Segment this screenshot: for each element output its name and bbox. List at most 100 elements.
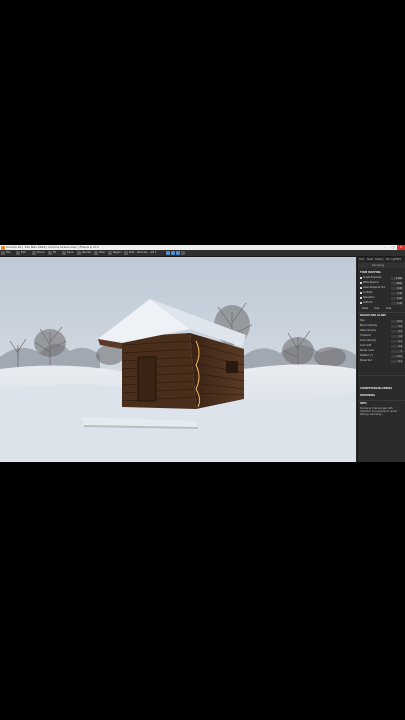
row-label: ACES OT: [363, 301, 373, 304]
tab-lightmix[interactable]: LightMix: [391, 257, 401, 262]
row-contrast[interactable]: Contrast 1.00: [360, 291, 404, 295]
checkbox[interactable]: [360, 276, 362, 279]
value-field[interactable]: 1.0: [391, 334, 403, 338]
tab-dr[interactable]: DR: [386, 257, 390, 262]
value-field[interactable]: 0.2: [391, 359, 403, 363]
toolbar-edit[interactable]: Edit: [21, 250, 26, 256]
value-field[interactable]: 0.3: [391, 339, 403, 343]
value-field[interactable]: 0.00: [391, 296, 403, 300]
row-label: Threshold: [360, 334, 371, 337]
value-field[interactable]: 0.0: [391, 329, 403, 333]
zoom-icon[interactable]: [32, 251, 36, 255]
panel-tabs: Post Stats History DR LightMix: [358, 257, 405, 262]
row-label: Size: [360, 319, 365, 322]
vfb-toolbar: File Edit Zoom Fit Save Render Stop Regi…: [0, 250, 405, 257]
section-sharpening[interactable]: SHARPENING/BLURRING: [360, 387, 404, 391]
value-field[interactable]: 0.00: [391, 286, 403, 290]
row-label: Simple Exposure: [363, 276, 382, 279]
edit-icon[interactable]: [16, 251, 20, 255]
settings-icon[interactable]: [181, 251, 185, 255]
row-label: Rotation [°]: [360, 354, 373, 357]
corona-vfb-window: Corona 10 | 3ds Max 2024 | Corona Scene.…: [0, 245, 405, 462]
row-aces[interactable]: ACES OT 1.00: [360, 301, 404, 305]
view-mode-icon[interactable]: [166, 251, 170, 255]
row-threshold[interactable]: Threshold 1.0: [360, 334, 404, 338]
post-panel: Post Stats History DR LightMix Denoising…: [357, 257, 405, 462]
row-streak-count[interactable]: Streak count 3: [360, 349, 404, 353]
row-label: White Balance: [363, 281, 379, 284]
row-label: Streak blur: [360, 359, 373, 362]
value-field[interactable]: 1.00: [391, 291, 403, 295]
value-field[interactable]: 0.0: [391, 344, 403, 348]
load-button[interactable]: Load: [374, 307, 379, 311]
checkbox[interactable]: [360, 286, 362, 289]
render-image: [0, 257, 356, 462]
value-field[interactable]: 0.000: [391, 276, 403, 280]
save-icon[interactable]: [62, 251, 66, 255]
toolbar-denoise[interactable]: Denoise: [137, 250, 148, 256]
toolbar-file[interactable]: File: [6, 250, 10, 256]
row-size[interactable]: Size 15.0: [360, 319, 404, 323]
row-streak-blur[interactable]: Streak blur 0.2: [360, 359, 404, 363]
channel-icon[interactable]: [171, 251, 175, 255]
row-label: Glare intensity: [360, 329, 377, 332]
value-field[interactable]: 0.0: [391, 324, 403, 328]
render-icon[interactable]: [77, 251, 81, 255]
panel-subheader[interactable]: Denoising: [358, 263, 405, 268]
denoise-select[interactable]: 4/4 ▾: [150, 250, 156, 256]
render-viewport[interactable]: [0, 257, 356, 462]
toolbar-zoom[interactable]: Zoom: [37, 250, 44, 256]
divider: [358, 312, 405, 313]
row-label: Color shift: [360, 344, 372, 347]
info-title: INFO: [360, 402, 367, 405]
tab-stats[interactable]: Stats: [367, 257, 373, 262]
checkbox[interactable]: [360, 281, 362, 284]
tab-history[interactable]: History: [375, 257, 384, 262]
checkbox[interactable]: [360, 296, 362, 299]
row-label: Color intensity: [360, 339, 376, 342]
section-bloom-glare[interactable]: BLOOM AND GLARE: [360, 314, 404, 318]
row-bloom-intensity[interactable]: Bloom intensity 0.0: [360, 324, 404, 328]
value-field[interactable]: 15.0: [391, 319, 403, 323]
toolbar-render[interactable]: Render: [82, 250, 91, 256]
value-field[interactable]: 6500: [391, 281, 403, 285]
toolbar-fit[interactable]: Fit: [53, 250, 56, 256]
toolbar-save[interactable]: Save: [67, 250, 73, 256]
info-text: Denoising: Intel denoiser with resolutio…: [360, 407, 398, 416]
toolbar-post[interactable]: Post: [129, 250, 134, 256]
reset-button[interactable]: Reset: [362, 307, 368, 311]
toolbar-stop[interactable]: Stop: [99, 250, 105, 256]
row-white-balance[interactable]: White Balance 6500: [360, 281, 404, 285]
toolbar-region[interactable]: Region: [113, 250, 122, 256]
stop-icon[interactable]: [94, 251, 98, 255]
compare-icon[interactable]: [176, 251, 180, 255]
app-icon: [1, 245, 5, 250]
post-icon[interactable]: [124, 251, 128, 255]
value-field[interactable]: 1.00: [391, 301, 403, 305]
row-color-shift[interactable]: Color shift 0.0: [360, 344, 404, 348]
row-saturation[interactable]: Saturation 0.00: [360, 296, 404, 300]
value-field[interactable]: 3: [391, 349, 403, 353]
row-color-intensity[interactable]: Color intensity 0.3: [360, 339, 404, 343]
file-icon[interactable]: [1, 251, 5, 255]
row-label: Streak count: [360, 349, 374, 352]
row-label: Contrast: [363, 291, 373, 294]
tab-post[interactable]: Post: [359, 257, 364, 262]
row-tint[interactable]: Green-Magenta Tint 0.00: [360, 286, 404, 290]
save-preset-button[interactable]: Save: [386, 307, 391, 311]
checkbox[interactable]: [360, 291, 362, 294]
row-label: Green-Magenta Tint: [363, 286, 385, 289]
row-exposure[interactable]: Simple Exposure 0.000: [360, 276, 404, 280]
row-label: Saturation: [363, 296, 375, 299]
section-denoising[interactable]: DENOISING: [360, 394, 404, 398]
row-label: Bloom intensity: [360, 324, 378, 327]
region-icon[interactable]: [108, 251, 112, 255]
row-rotation[interactable]: Rotation [°] 15.0: [360, 354, 404, 358]
value-field[interactable]: 15.0: [391, 354, 403, 358]
section-tone-mapping[interactable]: TONE MAPPING: [360, 271, 404, 275]
checkbox[interactable]: [360, 301, 362, 304]
divider: [358, 375, 405, 376]
subheader-label: Denoising: [372, 264, 384, 267]
row-glare-intensity[interactable]: Glare intensity 0.0: [360, 329, 404, 333]
fit-icon[interactable]: [48, 251, 52, 255]
